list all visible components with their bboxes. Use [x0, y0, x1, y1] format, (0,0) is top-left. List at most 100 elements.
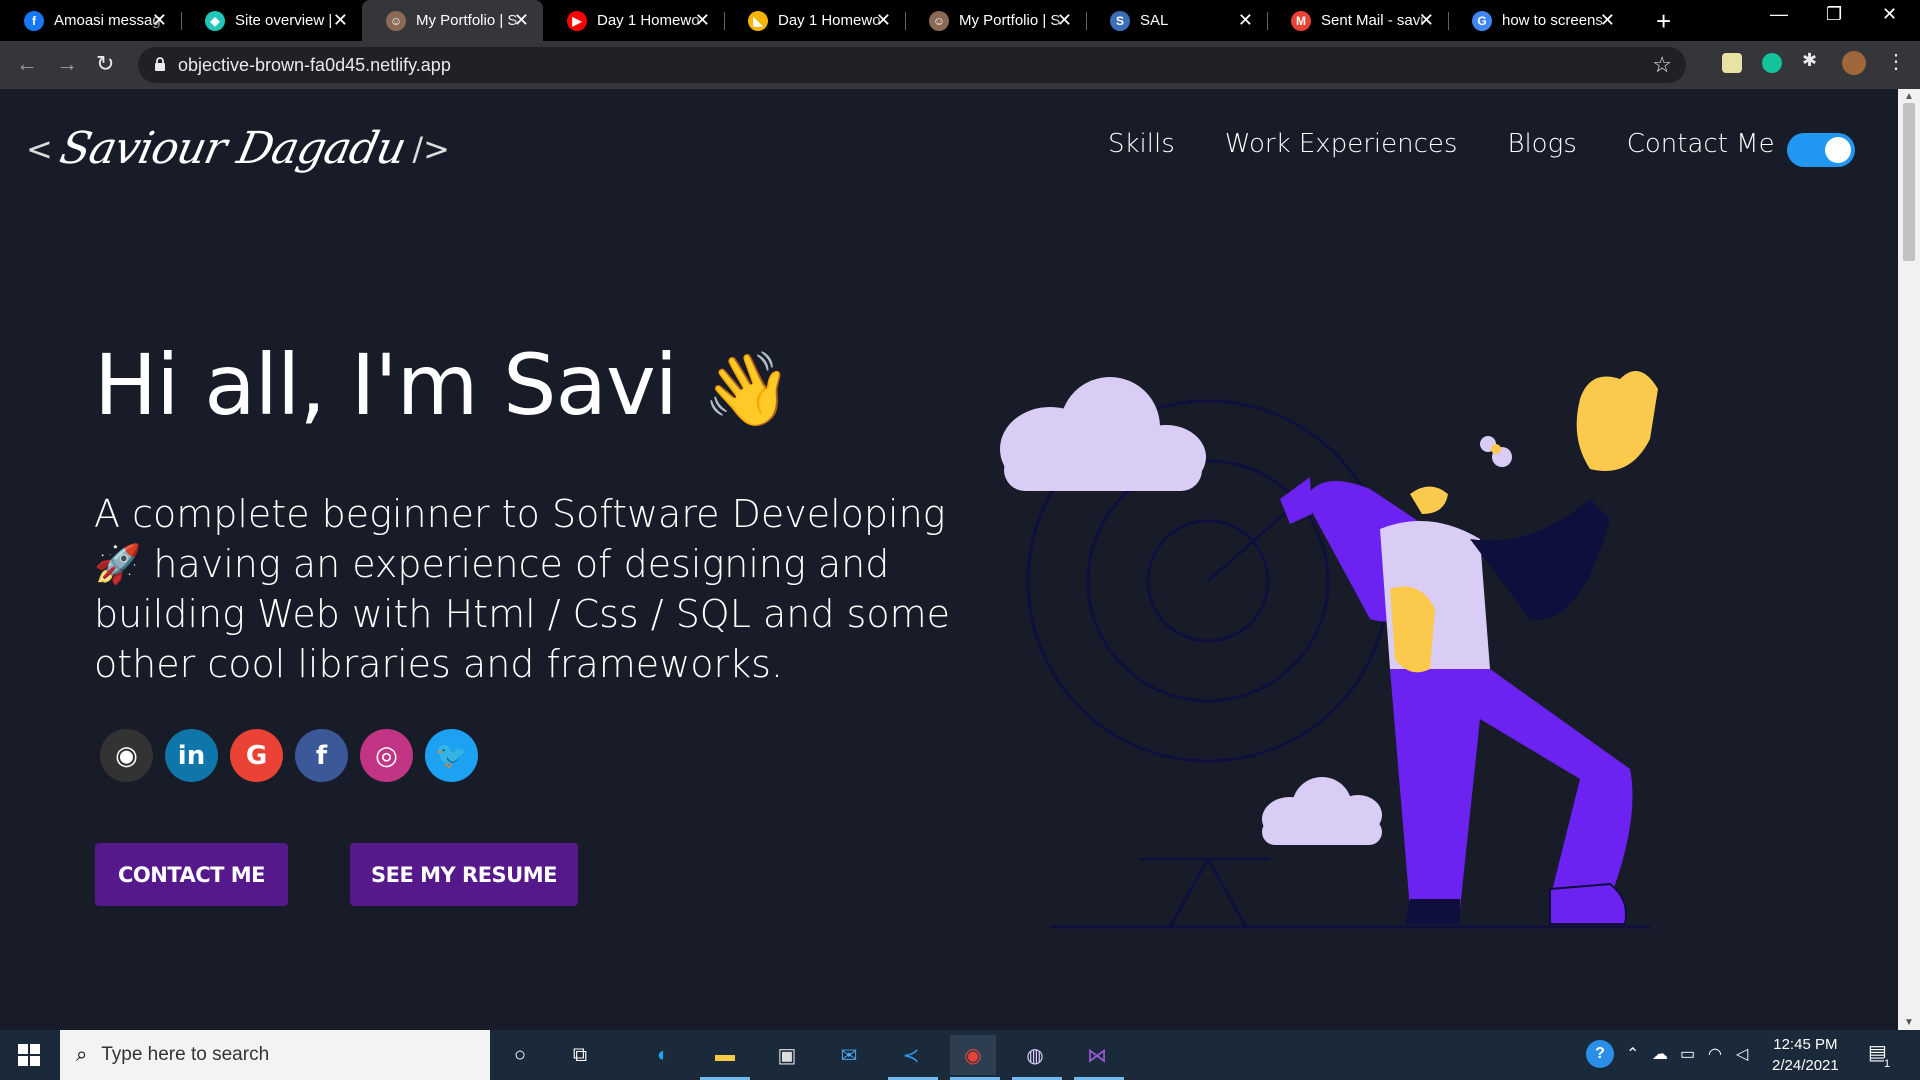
browser-tab[interactable]: S SAL ✕ [1086, 0, 1267, 41]
logo-open-bracket: < [26, 129, 53, 168]
reload-icon[interactable]: ↻ [96, 51, 114, 77]
address-bar[interactable]: objective-brown-fa0d45.netlify.app ☆ [138, 47, 1686, 83]
hero-illustration [1000, 371, 1658, 929]
store-icon[interactable]: ▣ [772, 1040, 802, 1070]
browser-tab[interactable]: Ghow to screens ✕ [1448, 0, 1629, 41]
contact-me-button[interactable]: CONTACT ME [95, 843, 288, 906]
close-tab-icon[interactable]: ✕ [876, 11, 891, 29]
page-scrollbar[interactable]: ▲ ▼ [1898, 89, 1920, 1030]
logo-close-bracket: /> [412, 129, 450, 168]
scroll-up-icon[interactable]: ▲ [1904, 91, 1914, 102]
url-text: objective-brown-fa0d45.netlify.app [178, 55, 451, 75]
grammarly-icon[interactable] [1762, 53, 1782, 73]
main-nav: Skills Work Experiences Blogs Contact Me [1108, 129, 1775, 159]
portfolio-page: < Saviour Dagadu /> Skills Work Experien… [0, 89, 1898, 1030]
system-clock[interactable]: 12:45 PM 2/24/2021 [1772, 1034, 1839, 1076]
browser-tab[interactable]: ☺ My Portfolio | S ✕ [905, 0, 1086, 41]
facebook-icon[interactable]: f [295, 729, 348, 782]
browser-tab[interactable]: ◆ Site overview | ✕ [181, 0, 362, 41]
close-tab-icon[interactable]: ✕ [695, 11, 710, 29]
mail-icon[interactable]: ✉ [834, 1040, 864, 1070]
new-tab-button[interactable]: + [1656, 6, 1671, 37]
wifi-icon[interactable]: ◠ [1708, 1044, 1722, 1064]
scroll-down-icon[interactable]: ▼ [1904, 1017, 1914, 1028]
visual-studio-icon[interactable]: ⋈ [1082, 1040, 1112, 1070]
windows-taskbar: ⌕ Type here to search ○ ⧉ ◐ ▬ ▣ ✉ ≺ ◉ ◍ … [0, 1030, 1920, 1080]
clock-date: 2/24/2021 [1772, 1057, 1839, 1074]
tab-separator [181, 12, 182, 30]
greeting-text: Hi all, I'm Savi [94, 336, 678, 434]
taskbar-search-box[interactable]: ⌕ Type here to search [60, 1030, 490, 1080]
browser-tab-strip: + — ❐ ✕ f Amoasi messag ✕ ◆ Site overview | … [0, 0, 1920, 41]
close-tab-icon[interactable]: ✕ [1238, 11, 1253, 29]
google-icon[interactable]: G [230, 729, 283, 782]
close-tab-icon[interactable]: ✕ [1419, 11, 1434, 29]
help-icon[interactable]: ? [1586, 1040, 1614, 1068]
show-hidden-icons-icon[interactable]: ⌃ [1626, 1044, 1639, 1064]
site-logo[interactable]: < Saviour Dagadu /> [26, 123, 450, 174]
instagram-icon[interactable]: ◎ [360, 729, 413, 782]
notification-count: 1 [1884, 1058, 1891, 1070]
see-resume-button[interactable]: SEE MY RESUME [350, 843, 578, 906]
restore-button[interactable]: ❐ [1826, 4, 1842, 25]
chrome-icon[interactable]: ◉ [950, 1035, 996, 1075]
browser-toolbar: ← → ↻ objective-brown-fa0d45.netlify.app… [0, 41, 1920, 89]
windows-start-icon[interactable] [18, 1044, 40, 1066]
nav-contact-me[interactable]: Contact Me [1627, 129, 1775, 159]
volume-icon[interactable]: ◁ [1736, 1044, 1748, 1064]
avatar-icon: ☺ [386, 10, 406, 31]
dark-mode-toggle[interactable] [1787, 133, 1855, 167]
tab-separator [1448, 12, 1449, 30]
greeting-heading: Hi all, I'm Savi 👋 [94, 336, 793, 434]
battery-icon[interactable]: ▭ [1680, 1044, 1695, 1064]
cloud-small [1262, 777, 1382, 845]
back-icon[interactable]: ← [16, 51, 38, 77]
extension-notes-icon[interactable] [1722, 53, 1742, 73]
minimize-button[interactable]: — [1770, 4, 1788, 25]
browser-tab[interactable]: f Amoasi messag ✕ [0, 0, 181, 41]
nav-skills[interactable]: Skills [1108, 129, 1175, 159]
file-explorer-icon[interactable]: ▬ [710, 1040, 740, 1070]
onedrive-icon[interactable]: ☁ [1652, 1044, 1668, 1064]
nav-work-experiences[interactable]: Work Experiences [1225, 129, 1458, 159]
waving-hand-icon: 👋 [702, 347, 793, 431]
cortana-icon[interactable]: ○ [505, 1040, 535, 1070]
dart-arrow [1207, 477, 1312, 583]
browser-tab[interactable]: ▶ Day 1 Homewo ✕ [543, 0, 724, 41]
forward-icon[interactable]: → [56, 51, 78, 77]
twitter-icon[interactable]: 🐦 [425, 729, 478, 782]
github-icon[interactable]: ◉ [100, 729, 153, 782]
close-tab-icon[interactable]: ✕ [152, 11, 167, 29]
close-tab-icon[interactable]: ✕ [1057, 11, 1072, 29]
close-window-button[interactable]: ✕ [1882, 4, 1897, 25]
search-placeholder: Type here to search [101, 1044, 270, 1065]
sal-icon: S [1110, 10, 1130, 31]
toggle-knob [1825, 137, 1851, 163]
nav-blogs[interactable]: Blogs [1507, 129, 1576, 159]
extensions-puzzle-icon[interactable]: ✱ [1802, 50, 1822, 70]
logo-signature: Saviour Dagadu [55, 123, 410, 174]
profile-avatar[interactable] [1842, 51, 1866, 75]
scroll-thumb[interactable] [1903, 103, 1915, 261]
close-tab-icon[interactable]: ✕ [514, 11, 529, 29]
browser-tab[interactable]: ☺ My Portfolio | S ✕ [362, 0, 543, 41]
intro-subtitle: A complete beginner to Software Developi… [94, 492, 950, 686]
edge-icon[interactable]: ◐ [648, 1040, 678, 1070]
gmail-icon: M [1291, 10, 1311, 31]
linkedin-icon[interactable]: in [165, 729, 218, 782]
tab-separator [1267, 12, 1268, 30]
browser-tab[interactable]: ◣ Day 1 Homewo ✕ [724, 0, 905, 41]
social-links: ◉ in Gf ◎ 🐦 [100, 729, 478, 782]
chrome-menu-icon[interactable]: ⋮ [1886, 49, 1906, 73]
task-view-icon[interactable]: ⧉ [565, 1040, 595, 1070]
google-icon: G [1472, 10, 1492, 31]
bookmark-star-icon[interactable]: ☆ [1652, 52, 1672, 78]
clock-time: 12:45 PM [1773, 1036, 1838, 1053]
search-icon: ⌕ [76, 1043, 88, 1066]
close-tab-icon[interactable]: ✕ [1600, 11, 1615, 29]
github-desktop-icon[interactable]: ◍ [1020, 1040, 1050, 1070]
browser-tab[interactable]: M Sent Mail - savi ✕ [1267, 0, 1448, 41]
close-tab-icon[interactable]: ✕ [333, 11, 348, 29]
vscode-icon[interactable]: ≺ [896, 1040, 926, 1070]
youtube-icon: ▶ [567, 10, 587, 31]
